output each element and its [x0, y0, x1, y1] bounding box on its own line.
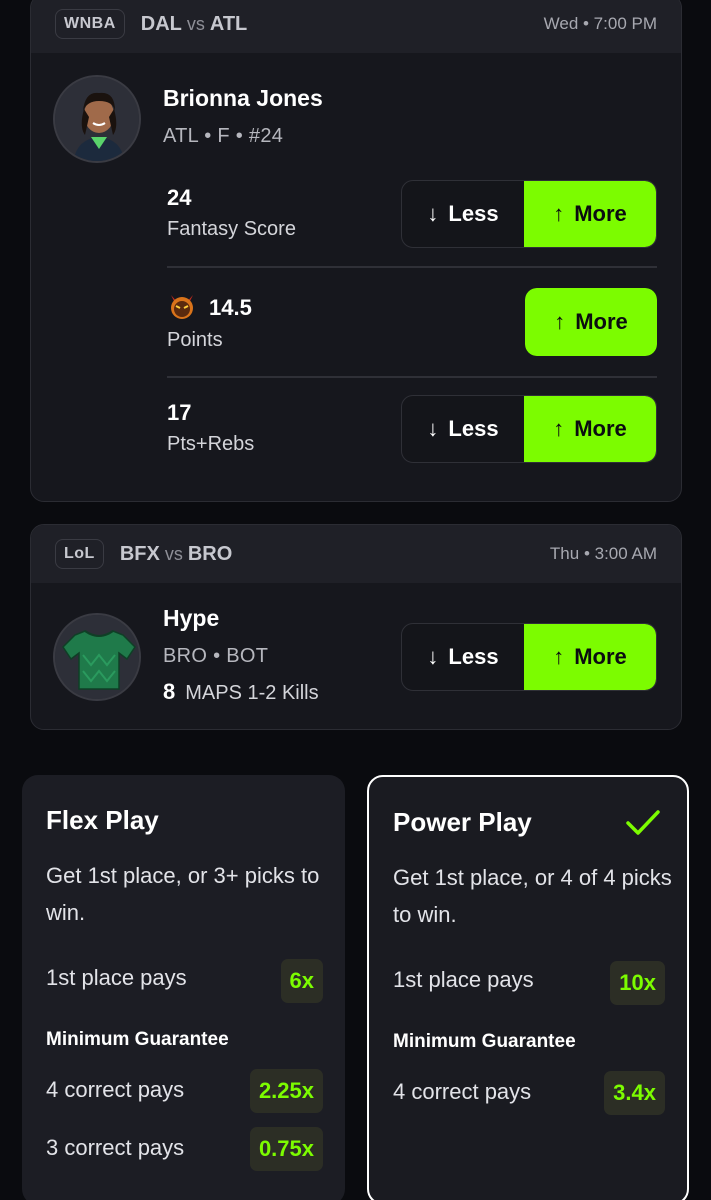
player-avatar[interactable]: [53, 75, 141, 163]
prop-label: Pts+Rebs: [167, 433, 255, 455]
prop-value: 24: [167, 185, 192, 210]
play-title: Flex Play: [46, 805, 159, 835]
prop-label: Points: [167, 329, 223, 351]
matchup: BFX vs BRO: [120, 543, 232, 566]
prop-label: Fantasy Score: [167, 218, 296, 240]
team-a: BFX: [119, 542, 160, 565]
game-card-lol: LoL BFX vs BRO Thu • 3:00 AM Hype BRO • BO…: [30, 524, 682, 730]
payout-multiplier: 2.25x: [249, 1069, 323, 1113]
more-button[interactable]: ↑ More: [525, 288, 657, 356]
flex-play-card[interactable]: Flex Play Get 1st place, or 3+ picks to …: [22, 775, 345, 1200]
payout-multiplier: 0.75x: [249, 1127, 323, 1171]
checkmark-icon: [625, 809, 661, 837]
prop-value: 17: [167, 400, 192, 425]
player-avatar[interactable]: [53, 613, 141, 701]
more-button[interactable]: ↑ More: [524, 396, 656, 462]
game-time: Thu • 3:00 AM: [549, 544, 657, 563]
vs-label: vs: [186, 13, 205, 34]
payout-label: 4 correct pays: [46, 1077, 185, 1102]
minimum-guarantee-heading: Minimum Guarantee: [46, 1029, 229, 1050]
team-a: DAL: [140, 12, 182, 35]
payout-label: 4 correct pays: [393, 1079, 532, 1104]
pick-buttons: ↑ More: [525, 288, 657, 356]
first-place-label: 1st place pays: [393, 967, 534, 992]
game-time: Wed • 7:00 PM: [543, 14, 657, 33]
prop-label: MAPS 1-2 Kills: [185, 682, 319, 704]
power-play-card[interactable]: Power Play Get 1st place, or 4 of 4 pick…: [367, 775, 689, 1200]
play-description: Get 1st place, or 4 of 4 picks to win.: [393, 865, 672, 927]
arrow-down-icon: ↓: [427, 201, 439, 226]
matchup: DAL vs ATL: [141, 13, 248, 36]
less-button[interactable]: ↓ Less: [402, 396, 524, 462]
payout-label: 3 correct pays: [46, 1135, 185, 1160]
pick-buttons: ↓ Less ↑ More: [401, 623, 657, 691]
team-b: BRO: [187, 542, 233, 565]
divider: [167, 266, 657, 268]
less-button[interactable]: ↓ Less: [402, 624, 524, 690]
game-header: WNBA DAL vs ATL Wed • 7:00 PM: [31, 0, 681, 53]
arrow-down-icon: ↓: [427, 416, 439, 441]
pick-buttons: ↓ Less ↑ More: [401, 180, 657, 248]
pick-buttons: ↓ Less ↑ More: [401, 395, 657, 463]
vs-label: vs: [164, 543, 183, 564]
league-badge: WNBA: [55, 9, 125, 39]
more-button[interactable]: ↑ More: [524, 181, 656, 247]
arrow-up-icon: ↑: [554, 309, 566, 334]
minimum-guarantee-heading: Minimum Guarantee: [393, 1031, 576, 1052]
player-name[interactable]: Hype: [163, 605, 219, 632]
arrow-down-icon: ↓: [427, 644, 439, 669]
game-header: LoL BFX vs BRO Thu • 3:00 AM: [31, 525, 681, 583]
first-place-label: 1st place pays: [46, 965, 187, 990]
game-card-wnba: WNBA DAL vs ATL Wed • 7:00 PM Brionna Jone…: [30, 0, 682, 502]
devil-icon: [167, 291, 197, 321]
player-name[interactable]: Brionna Jones: [163, 85, 323, 112]
play-title: Power Play: [393, 807, 532, 837]
team-b: ATL: [209, 12, 248, 35]
prop-line: 8 MAPS 1-2 Kills: [163, 679, 319, 705]
first-place-multiplier: 10x: [610, 961, 665, 1005]
player-meta: BRO • BOT: [163, 645, 269, 667]
play-description: Get 1st place, or 3+ picks to win.: [46, 863, 320, 925]
arrow-up-icon: ↑: [553, 416, 565, 441]
arrow-up-icon: ↑: [553, 201, 565, 226]
divider: [167, 376, 657, 378]
arrow-up-icon: ↑: [553, 644, 565, 669]
first-place-multiplier: 6x: [280, 959, 323, 1003]
jersey-icon: [55, 615, 139, 699]
player-photo-icon: [55, 77, 139, 161]
prop-value: 8: [163, 679, 176, 704]
prop-value: 14.5: [209, 295, 252, 320]
league-badge: LoL: [55, 539, 104, 569]
less-button[interactable]: ↓ Less: [402, 181, 524, 247]
player-meta: ATL • F • #24: [163, 125, 284, 147]
more-button[interactable]: ↑ More: [524, 624, 656, 690]
payout-multiplier: 3.4x: [604, 1071, 665, 1115]
